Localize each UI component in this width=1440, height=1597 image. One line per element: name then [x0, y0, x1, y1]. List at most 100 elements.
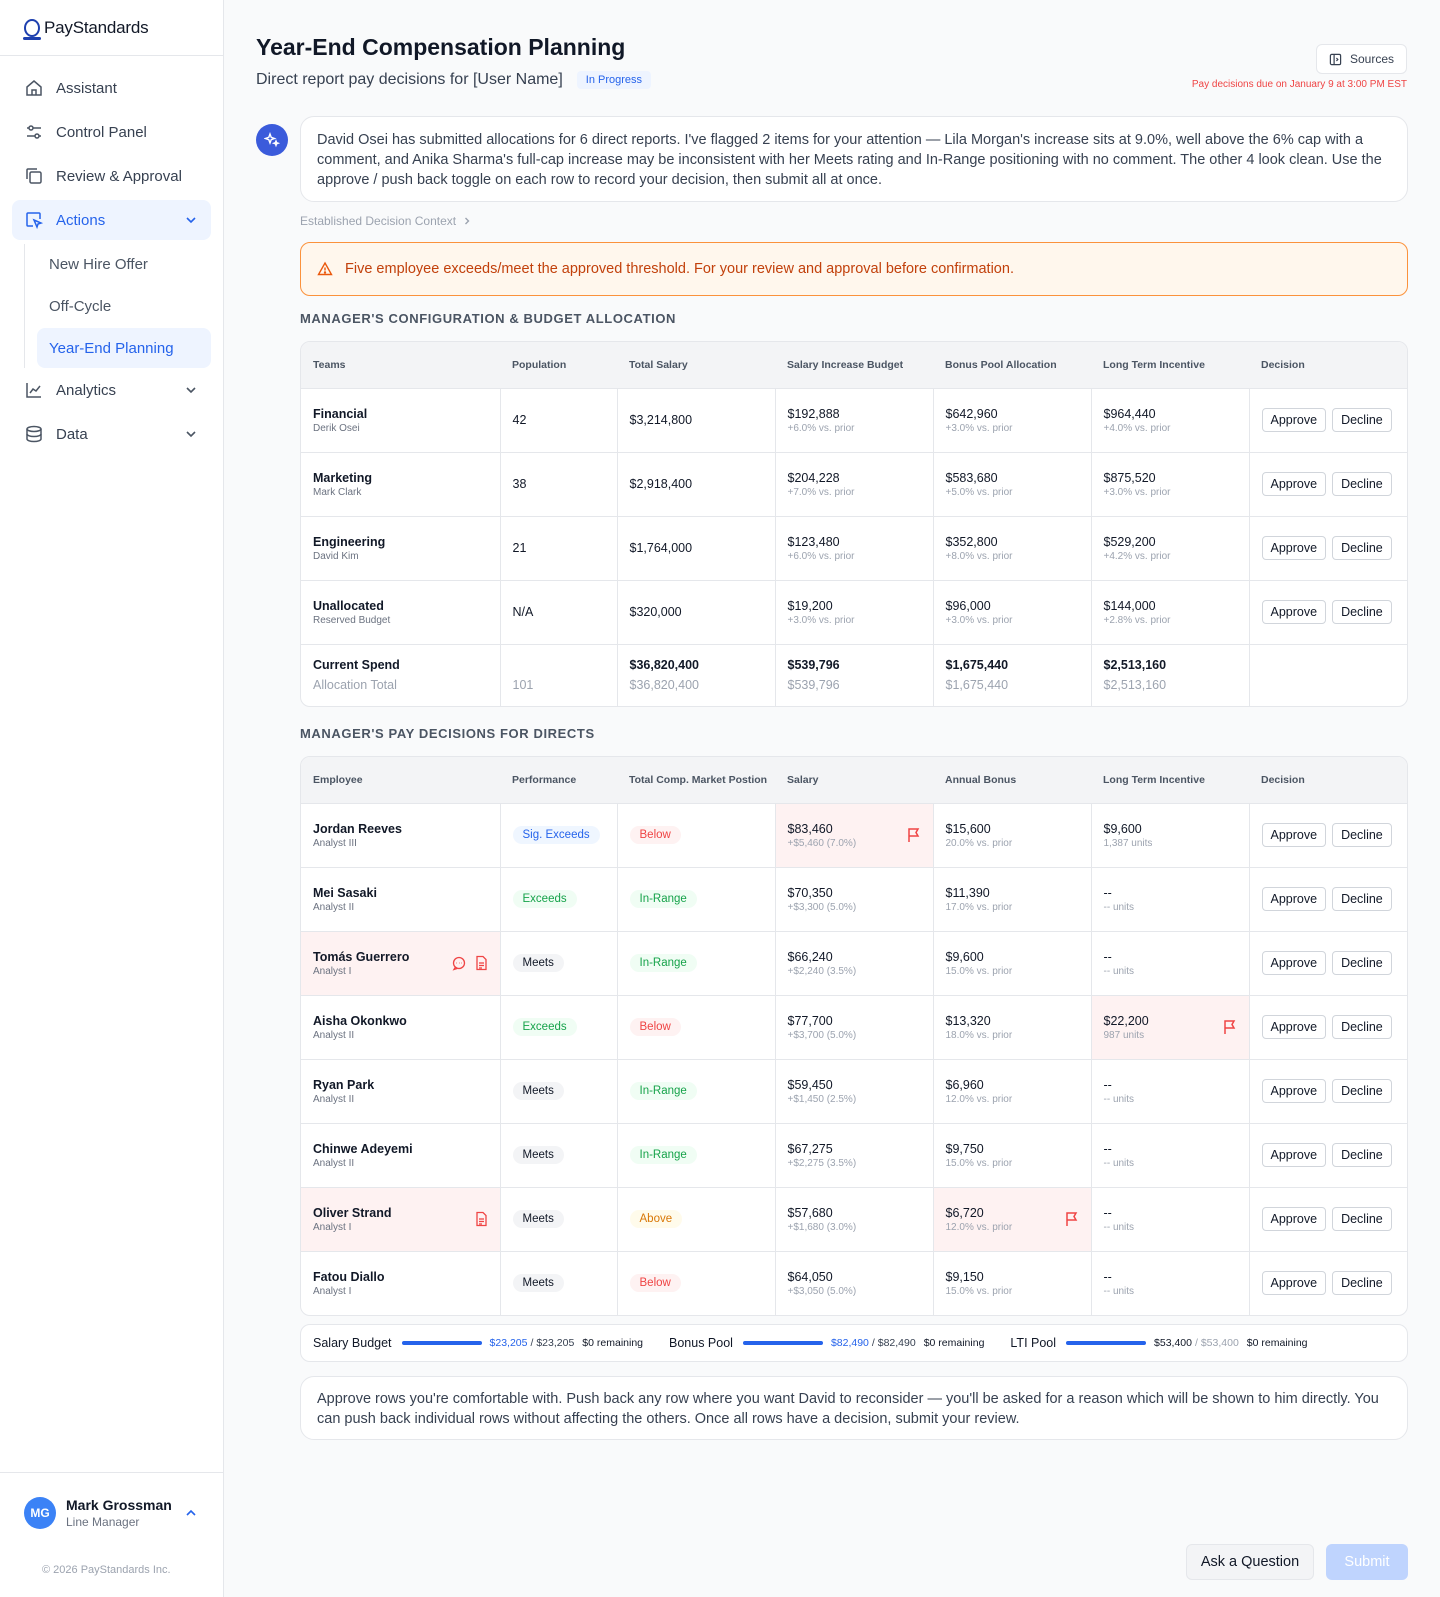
approve-button[interactable]: Approve: [1261, 1015, 1327, 1039]
subnav-item-new-hire-offer[interactable]: New Hire Offer: [37, 244, 211, 284]
col-header-bonus-pool: Bonus Pool Allocation: [933, 342, 1091, 388]
team-row: Engineering David Kim 21 $1,764,000 $123,480…: [301, 515, 1407, 580]
decision-cell: Approve Decline: [1248, 1186, 1407, 1251]
nav-item-review-approval[interactable]: Review & Approval: [12, 156, 211, 196]
performance-badge: Meets: [512, 954, 564, 972]
lti-units: -- units: [1103, 1157, 1135, 1169]
ask-question-button[interactable]: Ask a Question: [1186, 1544, 1314, 1580]
decline-button[interactable]: Decline: [1332, 472, 1392, 496]
submit-button[interactable]: Submit: [1326, 1544, 1408, 1580]
document-icon[interactable]: [474, 955, 488, 971]
lti-value: $964,440: [1103, 406, 1156, 421]
chevron-up-icon[interactable]: [183, 1505, 199, 1521]
sources-button[interactable]: Sources: [1315, 44, 1407, 74]
salary-delta: +$3,700 (5.0%): [787, 1029, 857, 1041]
approve-button[interactable]: Approve: [1261, 1271, 1327, 1296]
decline-button[interactable]: Decline: [1332, 536, 1392, 560]
lti-cell: $875,520 +3.0% vs. prior: [1090, 451, 1249, 516]
lti-units: -- units: [1103, 1221, 1135, 1233]
comment-icon[interactable]: [452, 955, 466, 971]
salary-cell: $70,350 +$3,300 (5.0%): [774, 866, 933, 931]
nav-item-actions[interactable]: Actions: [12, 200, 211, 240]
performance-badge: Meets: [512, 1274, 564, 1293]
chevron-right-icon: [465, 217, 470, 225]
team-row: Financial Derik Osei 42 $3,214,800 $192,888 +…: [301, 387, 1407, 452]
decline-button[interactable]: Decline: [1332, 951, 1392, 975]
approve-button[interactable]: Approve: [1261, 1207, 1327, 1231]
nav-item-analytics[interactable]: Analytics: [12, 370, 211, 410]
employee-row: Jordan Reeves Analyst III Sig. Exceeds Belo…: [301, 802, 1407, 867]
salary-cell: $83,460 +$5,460 (7.0%): [774, 802, 933, 867]
decision-context-link[interactable]: Established Decision Context: [300, 214, 472, 228]
lti-cell: -- -- units: [1090, 866, 1249, 931]
employee-cell: Ryan Park Analyst II: [301, 1058, 500, 1123]
lti-current: $2,513,160: [1103, 658, 1167, 673]
salary-budget-value: $123,480: [787, 534, 840, 549]
decline-button[interactable]: Decline: [1332, 408, 1392, 432]
bonus-cell: $9,750 15.0% vs. prior: [932, 1122, 1091, 1187]
employee-name: Oliver Strand: [313, 1205, 392, 1220]
approve-button[interactable]: Approve: [1261, 1143, 1327, 1167]
nav-item-assistant[interactable]: Assistant: [12, 68, 211, 108]
chevron-down-icon[interactable]: [183, 382, 199, 398]
population-cell: 38: [499, 451, 617, 516]
decision-cell: Approve Decline: [1248, 930, 1407, 995]
salary-budget-cell: $19,200 +3.0% vs. prior: [774, 579, 933, 644]
approve-button[interactable]: Approve: [1261, 887, 1327, 911]
col-header-market-position: Total Comp. Market Postion: [617, 757, 775, 803]
subnav-item-year-end-planning[interactable]: Year-End Planning: [37, 328, 211, 368]
nav-item-data[interactable]: Data: [12, 414, 211, 454]
nav-item-control-panel[interactable]: Control Panel: [12, 112, 211, 152]
employee-cell: Oliver Strand Analyst I: [301, 1186, 500, 1251]
approve-button[interactable]: Approve: [1261, 951, 1327, 975]
brand[interactable]: PayStandards: [0, 0, 223, 56]
total-label-cell: Current Spend Allocation Total: [301, 643, 500, 706]
decline-button[interactable]: Decline: [1332, 1015, 1392, 1039]
total-salary-value: $1,764,000: [629, 541, 693, 555]
employee-name: Mei Sasaki: [313, 885, 377, 900]
chevron-down-icon[interactable]: [183, 426, 199, 442]
decline-button[interactable]: Decline: [1332, 600, 1392, 624]
team-name: Engineering: [313, 534, 386, 549]
approve-button[interactable]: Approve: [1261, 1079, 1327, 1103]
bonus-pool-label: Bonus Pool: [669, 1336, 733, 1350]
decline-button[interactable]: Decline: [1332, 1207, 1392, 1231]
approve-button[interactable]: Approve: [1261, 472, 1327, 496]
approve-button[interactable]: Approve: [1261, 600, 1327, 624]
salary-delta: +$1,680 (3.0%): [787, 1221, 857, 1233]
decline-button[interactable]: Decline: [1332, 823, 1392, 847]
population-cell: 21: [499, 515, 617, 580]
chevron-down-icon[interactable]: [183, 212, 199, 228]
market-position-badge: Above: [629, 1210, 683, 1228]
salary-budget-cell: $192,888 +6.0% vs. prior: [774, 387, 933, 452]
lti-cell: -- -- units: [1090, 1122, 1249, 1187]
employee-name: Chinwe Adeyemi: [313, 1141, 413, 1156]
budget-summary-bar: Salary Budget $23,205 / $23,205 $0 remai…: [300, 1324, 1408, 1362]
decline-button[interactable]: Decline: [1332, 887, 1392, 911]
bonus-pool-remaining: $0 remaining: [923, 1337, 985, 1349]
salary-value: $70,350: [787, 885, 833, 900]
salary-delta: +$2,240 (3.5%): [787, 965, 857, 977]
approve-button[interactable]: Approve: [1261, 408, 1327, 432]
approve-button[interactable]: Approve: [1261, 536, 1327, 560]
bonus-value: $13,320: [945, 1013, 991, 1028]
decline-button[interactable]: Decline: [1332, 1143, 1392, 1167]
salary-budget-cell: $204,228 +7.0% vs. prior: [774, 451, 933, 516]
home-icon: [24, 78, 44, 98]
decline-button[interactable]: Decline: [1332, 1079, 1392, 1103]
salary-value: $59,450: [787, 1077, 833, 1092]
market-position-badge: In-Range: [629, 954, 697, 972]
employee-cell: Aisha Okonkwo Analyst II: [301, 994, 500, 1059]
bonus-value: $11,390: [945, 885, 990, 900]
user-menu[interactable]: MG Mark Grossman Line Manager: [0, 1472, 223, 1552]
subnav-item-off-cycle[interactable]: Off-Cycle: [37, 286, 211, 326]
chart-line-icon: [24, 380, 44, 400]
page-subtitle: Direct report pay decisions for [User Na…: [256, 71, 652, 89]
bonus-delta: +3.0% vs. prior: [945, 422, 1013, 434]
document-icon[interactable]: [474, 1211, 488, 1227]
decline-button[interactable]: Decline: [1332, 1271, 1392, 1296]
bonus-cell: $11,390 17.0% vs. prior: [932, 866, 1091, 931]
salary-delta: +$2,275 (3.5%): [787, 1157, 857, 1169]
lti-cell: -- -- units: [1090, 1186, 1249, 1251]
approve-button[interactable]: Approve: [1261, 823, 1327, 847]
